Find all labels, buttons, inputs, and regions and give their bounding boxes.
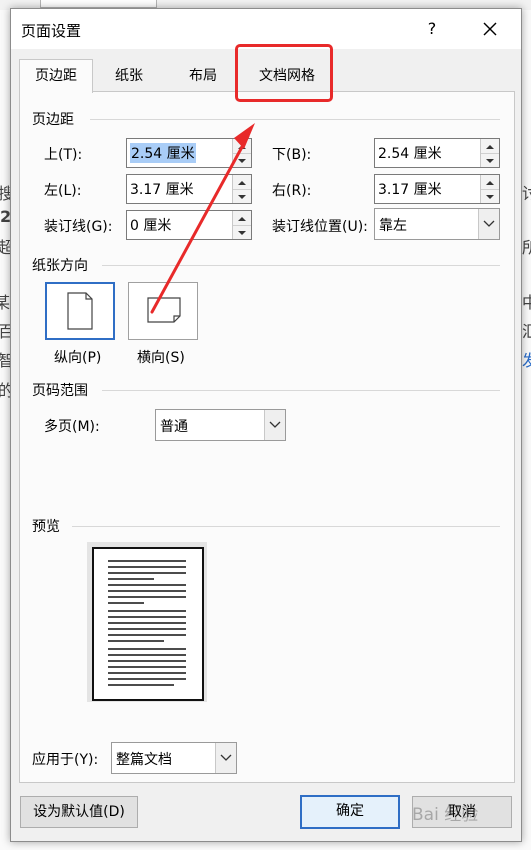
watermark: Bai 经验 (412, 805, 479, 825)
annotation-arrow (150, 123, 255, 314)
tab-margins[interactable]: 页边距 (19, 59, 93, 93)
